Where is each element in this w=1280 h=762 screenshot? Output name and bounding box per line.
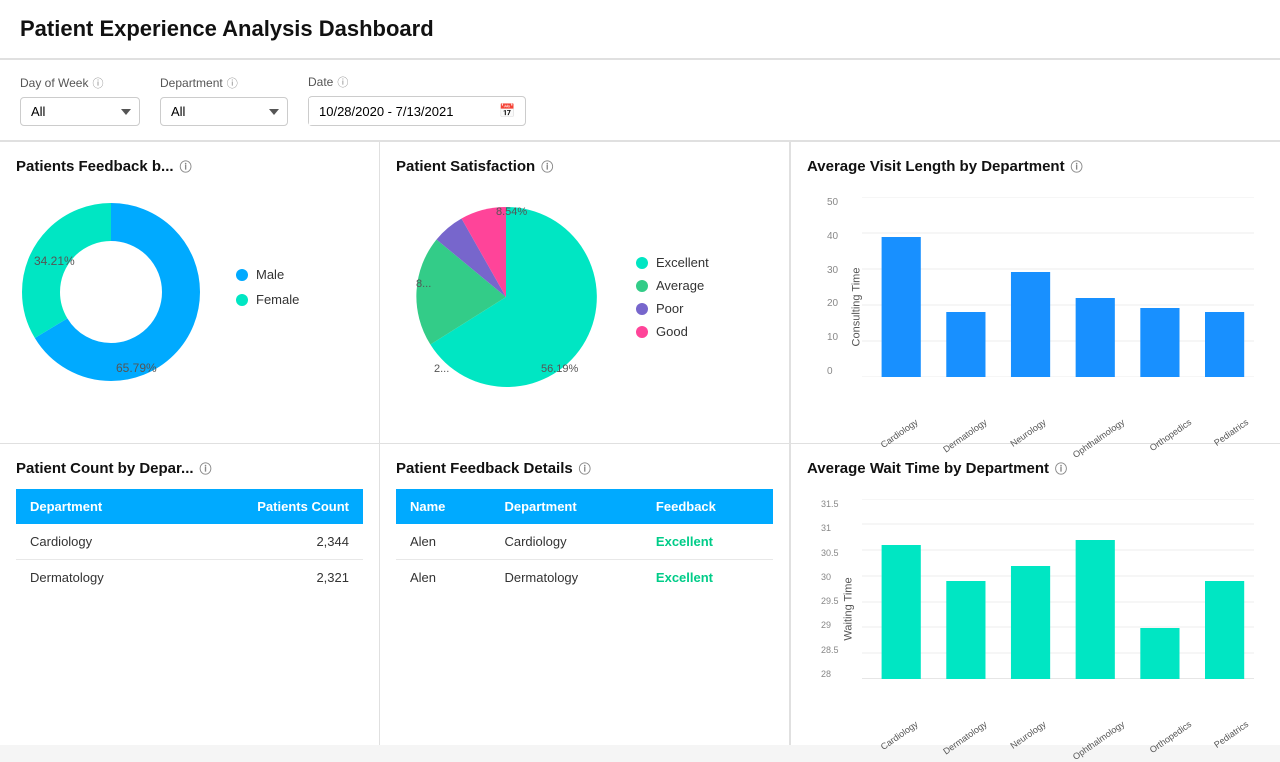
poor-dot	[636, 303, 648, 315]
department-filter: Department ⓘ All Cardiology Dermatology …	[160, 75, 288, 126]
date-filter: Date ⓘ 📅	[308, 74, 526, 126]
patient-count-panel: Patient Count by Depar... ⓘ Department P…	[0, 444, 380, 745]
patients-feedback-title: Patients Feedback b... ⓘ	[16, 158, 363, 175]
patient-count-title: Patient Count by Depar... ⓘ	[16, 460, 363, 477]
avg-wait-time-panel: Average Wait Time by Department ⓘ Waitin…	[790, 444, 1280, 745]
avg-visit-y-label: Consulting Time	[850, 268, 862, 347]
legend-male: Male	[236, 267, 299, 282]
pie-legend: Excellent Average Poor Good	[636, 255, 709, 339]
patients-feedback-info-icon: ⓘ	[180, 158, 192, 175]
patient-count-table: Department Patients Count Cardiology 2,3…	[16, 489, 363, 595]
day-of-week-label: Day of Week ⓘ	[20, 75, 140, 91]
patient-count-info-icon: ⓘ	[200, 460, 212, 477]
svg-text:2...: 2...	[434, 363, 449, 375]
legend-excellent: Excellent	[636, 255, 709, 270]
avg-visit-length-info-icon: ⓘ	[1071, 158, 1083, 175]
legend-female: Female	[236, 292, 299, 307]
patient-feedback-details-title: Patient Feedback Details ⓘ	[396, 460, 773, 477]
male-dot	[236, 269, 248, 281]
date-input[interactable]	[309, 98, 489, 125]
svg-text:8.54%: 8.54%	[496, 206, 527, 218]
table-row: Cardiology 2,344	[16, 524, 363, 560]
average-dot	[636, 280, 648, 292]
col-patients-count: Patients Count	[175, 489, 363, 524]
pie-chart-container: 56.19% 8... 2... 8.54% Excellent Average	[396, 187, 773, 407]
avg-visit-bar-chart: Consulting Time	[807, 187, 1264, 427]
avg-wait-bar-chart: Waiting Time	[807, 489, 1264, 729]
svg-text:34.21%: 34.21%	[34, 254, 75, 268]
donut-legend: Male Female	[236, 267, 299, 307]
patient-satisfaction-info-icon: ⓘ	[541, 158, 553, 175]
avg-wait-time-info-icon: ⓘ	[1055, 460, 1067, 477]
pie-chart: 56.19% 8... 2... 8.54%	[396, 187, 616, 407]
row-1: Patients Feedback b... ⓘ 34.21% 65.79%	[0, 141, 1280, 443]
name-2: Alen	[396, 560, 490, 596]
date-info-icon: ⓘ	[337, 74, 348, 90]
page-header: Patient Experience Analysis Dashboard	[0, 0, 1280, 60]
department-info-icon: ⓘ	[227, 75, 238, 91]
col-department: Department	[16, 489, 175, 524]
dashboard: Patients Feedback b... ⓘ 34.21% 65.79%	[0, 141, 1280, 745]
avg-wait-y-label: Waiting Time	[843, 577, 855, 640]
donut-chart: 34.21% 65.79%	[16, 197, 216, 377]
patient-satisfaction-title: Patient Satisfaction ⓘ	[396, 158, 773, 175]
name-1: Alen	[396, 524, 490, 560]
svg-text:65.79%: 65.79%	[116, 361, 157, 375]
dept-2: Dermatology	[490, 560, 641, 596]
department-label: Department ⓘ	[160, 75, 288, 91]
patient-feedback-details-info-icon: ⓘ	[579, 460, 591, 477]
legend-good: Good	[636, 324, 709, 339]
count-dermatology: 2,321	[175, 560, 363, 596]
legend-poor: Poor	[636, 301, 709, 316]
patients-feedback-panel: Patients Feedback b... ⓘ 34.21% 65.79%	[0, 142, 380, 443]
date-label: Date ⓘ	[308, 74, 526, 90]
patient-feedback-table: Name Department Feedback Alen Cardiology…	[396, 489, 773, 595]
donut-chart-container: 34.21% 65.79% Male Female	[16, 187, 363, 387]
col-dept: Department	[490, 489, 641, 524]
svg-text:8...: 8...	[416, 278, 431, 290]
feedback-2: Excellent	[642, 560, 773, 596]
count-cardiology: 2,344	[175, 524, 363, 560]
svg-text:56.19%: 56.19%	[541, 363, 579, 375]
avg-wait-time-title: Average Wait Time by Department ⓘ	[807, 460, 1264, 477]
date-input-wrap: 📅	[308, 96, 526, 126]
feedback-1: Excellent	[642, 524, 773, 560]
dept-1: Cardiology	[490, 524, 641, 560]
female-dot	[236, 294, 248, 306]
row-2: Patient Count by Depar... ⓘ Department P…	[0, 443, 1280, 745]
filters-bar: Day of Week ⓘ All Monday Tuesday Wednesd…	[0, 60, 1280, 141]
dept-dermatology: Dermatology	[16, 560, 175, 596]
department-select[interactable]: All Cardiology Dermatology Neurology Oph…	[160, 97, 288, 126]
avg-visit-length-panel: Average Visit Length by Department ⓘ Con…	[790, 142, 1280, 443]
col-feedback: Feedback	[642, 489, 773, 524]
good-dot	[636, 326, 648, 338]
day-of-week-filter: Day of Week ⓘ All Monday Tuesday Wednesd…	[20, 75, 140, 126]
table-row: Alen Dermatology Excellent	[396, 560, 773, 596]
legend-average: Average	[636, 278, 709, 293]
table-row: Alen Cardiology Excellent	[396, 524, 773, 560]
table-row: Dermatology 2,321	[16, 560, 363, 596]
dept-cardiology: Cardiology	[16, 524, 175, 560]
excellent-dot	[636, 257, 648, 269]
day-of-week-info-icon: ⓘ	[92, 75, 103, 91]
avg-visit-length-title: Average Visit Length by Department ⓘ	[807, 158, 1264, 175]
day-of-week-select[interactable]: All Monday Tuesday Wednesday Thursday Fr…	[20, 97, 140, 126]
page-title: Patient Experience Analysis Dashboard	[20, 16, 1260, 42]
patient-feedback-details-panel: Patient Feedback Details ⓘ Name Departme…	[380, 444, 790, 745]
col-name: Name	[396, 489, 490, 524]
calendar-icon[interactable]: 📅	[489, 97, 525, 125]
patient-satisfaction-panel: Patient Satisfaction ⓘ	[380, 142, 790, 443]
